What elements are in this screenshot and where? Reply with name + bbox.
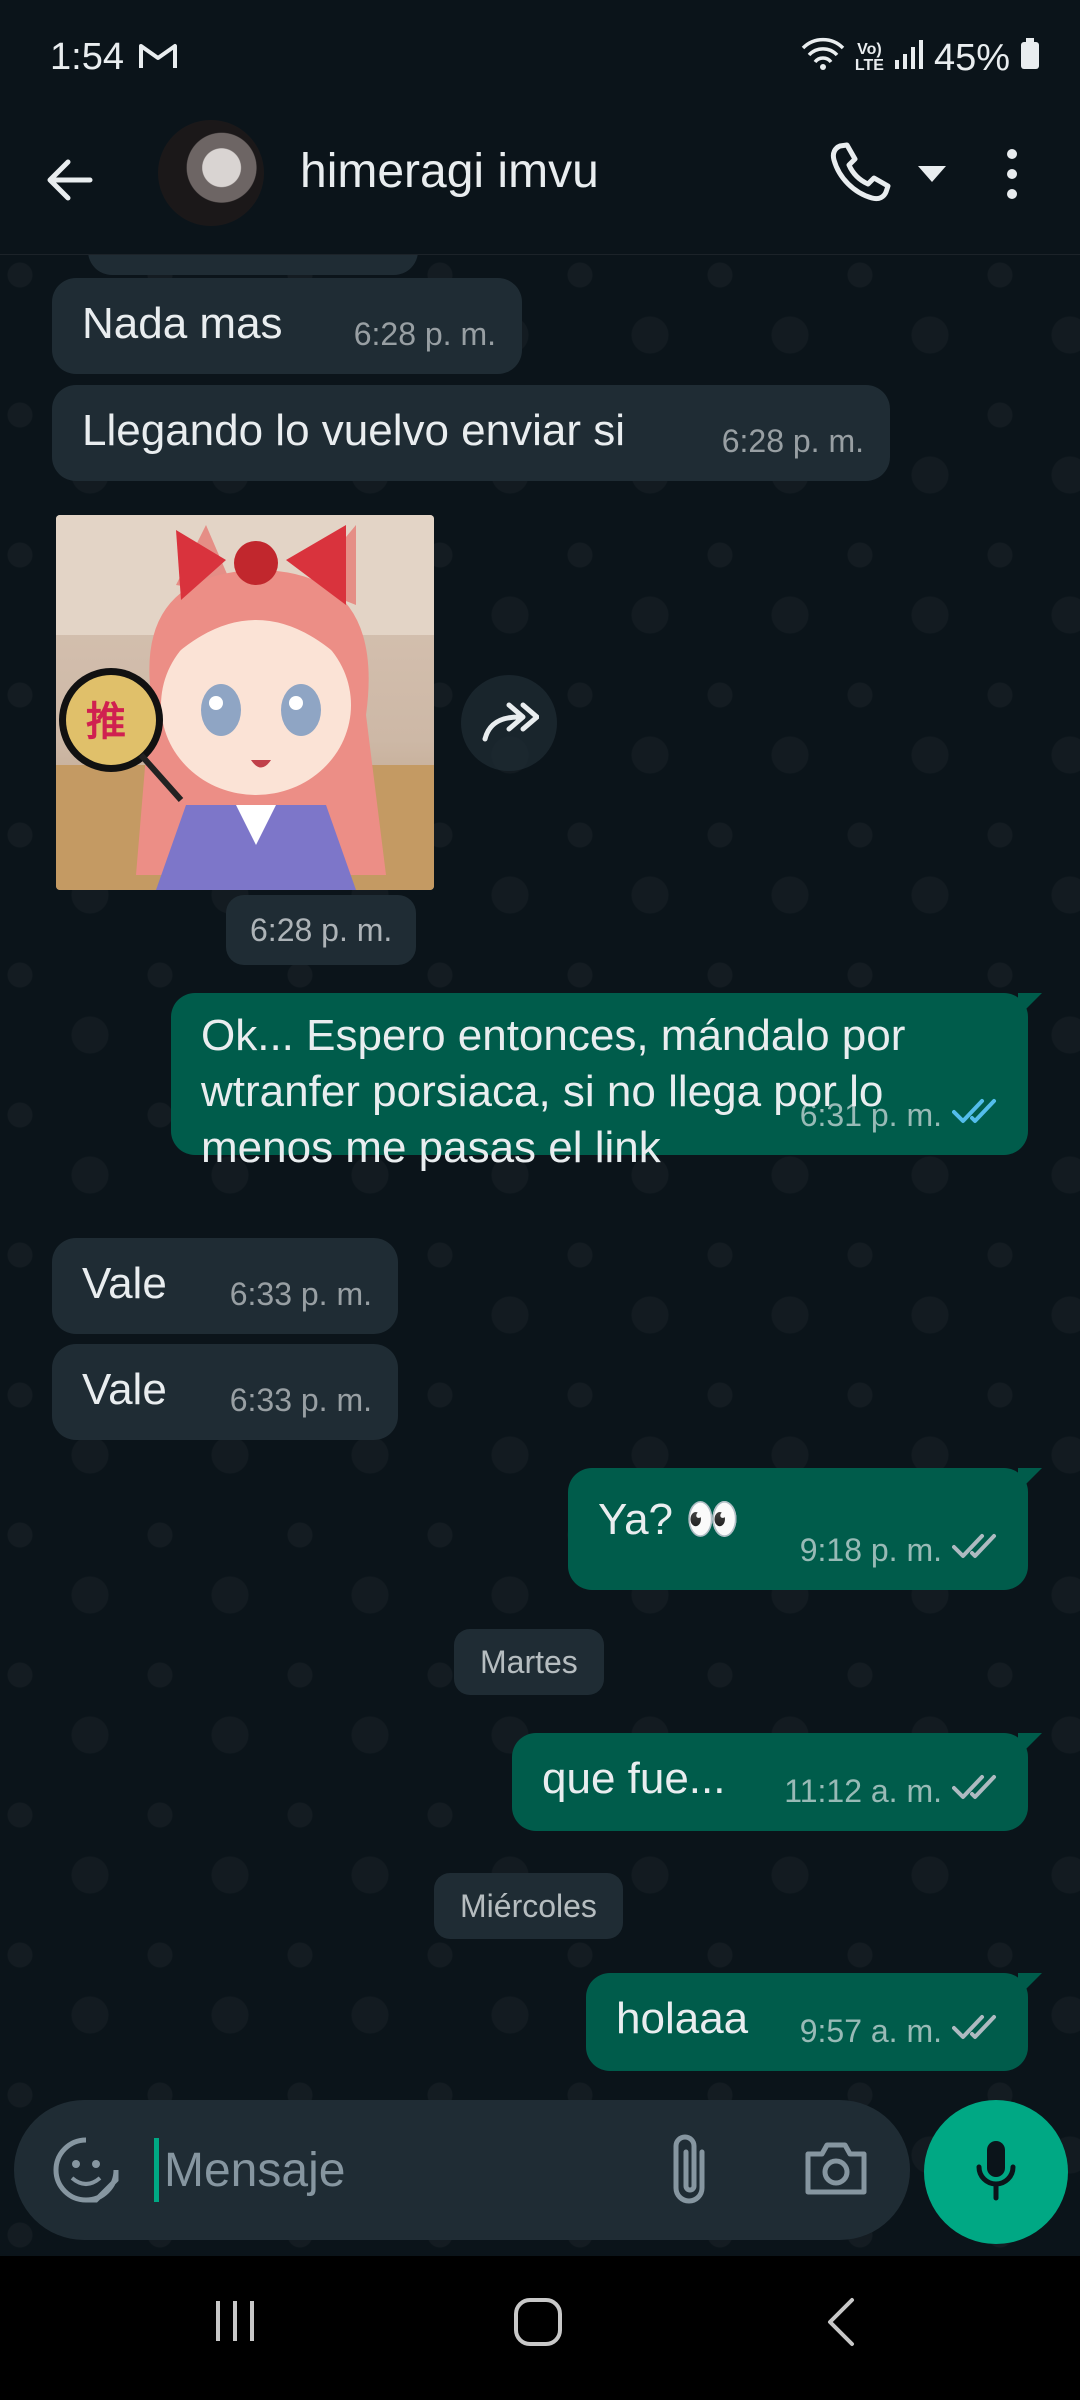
microphone-icon	[976, 2139, 1016, 2206]
volte-indicator: Vo) LTE	[854, 41, 884, 74]
wifi-icon	[801, 36, 845, 80]
voice-message-button[interactable]	[924, 2100, 1068, 2244]
home-icon[interactable]	[512, 2296, 564, 2353]
date-separator: Martes	[454, 1629, 604, 1695]
anime-girl-sticker[interactable]: 推	[56, 515, 434, 890]
gmail-icon	[138, 40, 178, 75]
message-text: que fue...	[542, 1754, 726, 1803]
more-options-icon[interactable]	[1000, 144, 1024, 209]
message-time: 6:28 p. m.	[353, 316, 496, 352]
contact-avatar[interactable]	[158, 120, 264, 226]
status-bar: 1:54 Vo) LTE 45%	[0, 0, 1080, 120]
message-text: Ya? 👀	[598, 1495, 741, 1544]
contact-name[interactable]: himeragi imvu	[300, 144, 599, 199]
message-text: Llegando lo vuelvo enviar si	[82, 406, 626, 455]
date-separator-label: Martes	[480, 1643, 578, 1680]
message-time: 6:33 p. m.	[229, 1382, 372, 1418]
call-options-caret-icon[interactable]	[916, 164, 948, 189]
battery-icon	[1020, 37, 1040, 80]
message-outgoing[interactable]: holaaa 9:57 a. m.	[586, 1973, 1042, 2071]
message-time: 6:28 p. m.	[250, 911, 393, 948]
delivered-ticks-icon	[952, 1763, 1002, 1819]
message-input[interactable]	[164, 2130, 644, 2210]
status-right: Vo) LTE 45%	[801, 36, 1040, 80]
message-time: 6:33 p. m.	[229, 1276, 372, 1312]
message-time: 6:28 p. m.	[721, 423, 864, 459]
delivered-ticks-icon	[952, 1522, 1002, 1578]
message-time: 11:12 a. m.	[784, 1773, 942, 1809]
recent-apps-icon[interactable]	[210, 2296, 260, 2351]
message-incoming[interactable]: Llegando lo vuelvo enviar si 6:28 p. m.	[52, 385, 890, 481]
message-text: Vale	[82, 1365, 167, 1414]
voice-call-icon[interactable]	[826, 140, 896, 215]
message-incoming[interactable]: Nada mas 6:28 p. m.	[52, 278, 522, 374]
message-text: holaaa	[616, 1994, 749, 2043]
sticker-kanji-text: 推	[86, 699, 126, 745]
read-ticks-icon	[952, 1087, 1002, 1143]
message-bubble-partial	[88, 255, 418, 275]
message-list[interactable]: Nada mas 6:28 p. m. Llegando lo vuelvo e…	[0, 255, 1080, 2250]
message-time: 6:31 p. m.	[799, 1097, 942, 1133]
forward-icon[interactable]	[461, 675, 557, 771]
message-incoming[interactable]: Vale 6:33 p. m.	[52, 1344, 398, 1440]
message-composer	[14, 2100, 910, 2240]
battery-percent: 45%	[933, 36, 1010, 79]
text-cursor	[154, 2138, 159, 2202]
sticker-time: 6:28 p. m.	[226, 895, 417, 965]
message-incoming[interactable]: Vale 6:33 p. m.	[52, 1238, 398, 1334]
date-separator: Miércoles	[434, 1873, 623, 1939]
sticker-emoji-icon[interactable]	[52, 2136, 120, 2209]
date-separator-label: Miércoles	[460, 1887, 597, 1924]
attach-paperclip-icon[interactable]	[666, 2132, 712, 2213]
signal-icon	[894, 37, 924, 80]
message-text: Nada mas	[82, 299, 283, 348]
chat-header: himeragi imvu	[0, 120, 1080, 255]
message-time: 9:57 a. m.	[799, 2013, 942, 2049]
message-text: Vale	[82, 1259, 167, 1308]
camera-icon[interactable]	[804, 2138, 868, 2203]
message-time: 9:18 p. m.	[799, 1532, 942, 1568]
status-time: 1:54	[50, 36, 124, 78]
system-navigation-bar	[0, 2256, 1080, 2400]
delivered-ticks-icon	[952, 2003, 1002, 2059]
message-outgoing[interactable]: que fue... 11:12 a. m.	[512, 1733, 1042, 1831]
back-arrow-icon[interactable]	[40, 150, 100, 215]
message-outgoing[interactable]: Ok... Espero entonces, mándalo por wtran…	[171, 993, 1042, 1172]
back-nav-icon[interactable]	[822, 2296, 862, 2353]
message-outgoing[interactable]: Ya? 👀 9:18 p. m.	[568, 1468, 1042, 1590]
